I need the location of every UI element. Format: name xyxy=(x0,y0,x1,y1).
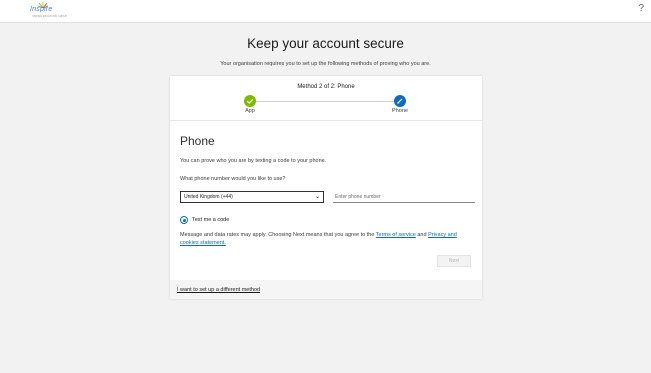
terms-of-service-link[interactable]: Terms of service xyxy=(376,232,416,238)
pencil-icon xyxy=(397,98,403,104)
disclaimer-text: Message and data rates may apply. Choosi… xyxy=(180,231,475,247)
country-code-select[interactable]: United Kingdom (+44) ⌄ xyxy=(180,191,324,203)
step-phone-current xyxy=(394,95,406,107)
step-app-complete xyxy=(244,95,256,107)
card-footer: I want to set up a different method xyxy=(170,280,482,299)
inspire-logo: Inspire INSPIRE EDUCATION GROUP xyxy=(30,2,67,20)
logo-text: Inspire xyxy=(30,6,53,13)
phone-question: What phone number would you like to use? xyxy=(180,176,286,182)
progress-line xyxy=(250,101,400,102)
page-subtitle: Your organisation requires you to set up… xyxy=(220,61,431,67)
chevron-down-icon: ⌄ xyxy=(314,194,320,200)
section-title: Phone xyxy=(180,134,215,148)
top-bar: Inspire INSPIRE EDUCATION GROUP ? xyxy=(0,0,651,23)
check-icon xyxy=(246,98,254,104)
disclaimer-prefix: Message and data rates may apply. Choosi… xyxy=(180,232,376,238)
divider xyxy=(170,120,482,121)
phone-number-input[interactable]: Enter phone number xyxy=(333,191,475,203)
section-description: You can prove who you are by texting a c… xyxy=(180,158,327,164)
radio-selected[interactable] xyxy=(180,216,188,224)
page-title: Keep your account secure xyxy=(247,36,404,51)
step-app-label: App xyxy=(245,108,255,114)
next-button[interactable]: Next xyxy=(437,255,471,267)
help-icon[interactable]: ? xyxy=(638,3,644,14)
radio-label: Text me a code xyxy=(192,217,230,223)
disclaimer-and: and xyxy=(415,232,429,238)
step-phone-label: Phone xyxy=(392,108,408,114)
logo-subtext: INSPIRE EDUCATION GROUP xyxy=(32,15,68,18)
different-method-link[interactable]: I want to set up a different method xyxy=(177,287,260,293)
country-code-value: United Kingdom (+44) xyxy=(184,194,233,200)
method-progress-label: Method 2 of 2: Phone xyxy=(297,84,355,90)
setup-card: Method 2 of 2: Phone App Phone Phone You… xyxy=(170,76,482,299)
